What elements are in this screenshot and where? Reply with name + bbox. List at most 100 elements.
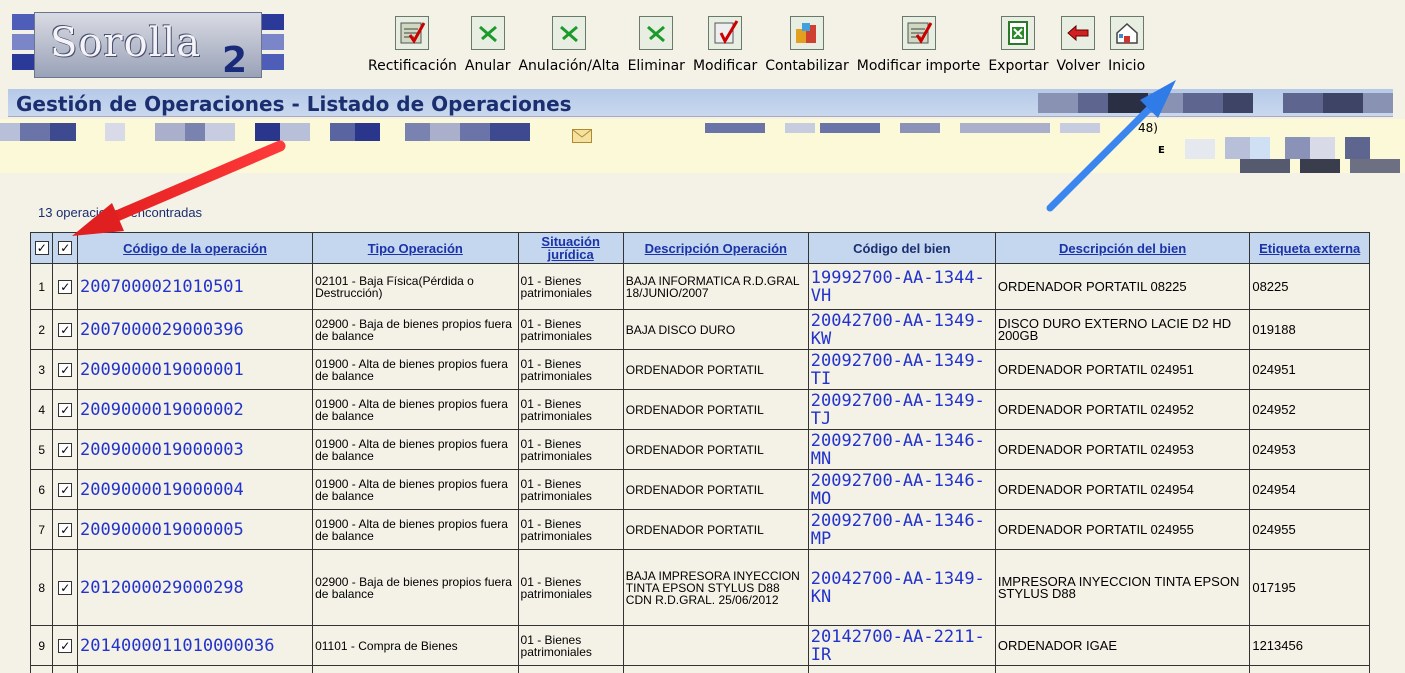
table-row-partial[interactable] [29, 665, 1370, 673]
row-checkbox[interactable]: ✓ [58, 402, 73, 417]
col-header-tipo-operacion[interactable]: Tipo Operación [312, 232, 519, 264]
toolbar-button-rectificaci-n[interactable]: Rectificación [364, 12, 461, 82]
operation-type-cell: 01900 - Alta de bienes propios fuera de … [312, 349, 519, 390]
toolbar-label: Volver [1056, 58, 1101, 74]
row-checkbox[interactable]: ✓ [58, 442, 73, 457]
asset-description-cell: ORDENADOR PORTATIL 024953 [994, 429, 1251, 470]
legal-status-cell: 01 - Bienes patrimoniales [517, 349, 624, 390]
col-header-descripcion-operacion[interactable]: Descripción Operación [622, 232, 809, 264]
toolbar-button-modificar-importe[interactable]: Modificar importe [853, 12, 985, 82]
operations-table: ✓ ✓ Código de la operación Tipo Operació… [29, 232, 1370, 673]
operation-code-cell: 2007000029000396 [77, 309, 314, 350]
asset-code-link[interactable]: 20042700-AA-1349-KW [811, 312, 993, 348]
row-select-cell[interactable]: ✓ [52, 349, 79, 390]
delete-icon[interactable] [639, 16, 674, 50]
toolbar-button-eliminar[interactable]: Eliminar [624, 12, 689, 82]
col-header-descripcion-bien[interactable]: Descripción del bien [994, 232, 1251, 264]
toolbar-button-anular[interactable]: Anular [461, 12, 515, 82]
asset-code-link[interactable]: 20092700-AA-1349-TJ [811, 392, 993, 428]
asset-code-link[interactable]: 19992700-AA-1344-VH [811, 269, 993, 305]
row-select-cell[interactable]: ✓ [52, 469, 79, 510]
cancel-register-icon[interactable] [552, 16, 587, 50]
asset-code-link[interactable]: 20142700-AA-2211-IR [811, 628, 993, 664]
toolbar-button-modificar[interactable]: Modificar [689, 12, 761, 82]
rectify-icon[interactable] [395, 16, 430, 50]
excel-export-icon[interactable] [1001, 16, 1036, 50]
operation-type-cell: 01900 - Alta de bienes propios fuera de … [312, 469, 519, 510]
accounting-icon[interactable] [789, 16, 824, 50]
table-row[interactable]: 3 ✓ 2009000019000001 01900 - Alta de bienes… [29, 349, 1370, 390]
row-select-cell[interactable]: ✓ [52, 309, 79, 350]
col-header-etiqueta-externa[interactable]: Etiqueta externa [1249, 232, 1370, 264]
home-icon[interactable] [1109, 16, 1144, 50]
row-checkbox[interactable]: ✓ [58, 322, 73, 337]
operation-code-link[interactable]: 2009000019000001 [80, 360, 244, 380]
operation-type-cell: 02900 - Baja de bienes propios fuera de … [312, 309, 519, 350]
table-row[interactable]: 6 ✓ 2009000019000004 01900 - Alta de bienes… [29, 469, 1370, 510]
toolbar-label: Modificar importe [856, 58, 981, 74]
table-row[interactable]: 4 ✓ 2009000019000002 01900 - Alta de bienes… [29, 389, 1370, 430]
toolbar-button-exportar[interactable]: Exportar [984, 12, 1052, 82]
back-arrow-icon[interactable] [1061, 16, 1096, 50]
operation-code-link[interactable]: 2012000029000298 [80, 578, 244, 598]
asset-code-link[interactable]: 20092700-AA-1349-TI [811, 352, 993, 388]
cancel-icon[interactable] [470, 16, 505, 50]
row-select-cell[interactable]: ✓ [52, 509, 79, 550]
operation-description-cell: ORDENADOR PORTATIL [622, 429, 809, 470]
table-row[interactable]: 1 ✓ 2007000021010501 02101 - Baja Física(Pé… [29, 263, 1370, 310]
asset-code-link[interactable]: 20092700-AA-1346-MO [811, 472, 993, 508]
asset-code-link[interactable]: 20042700-AA-1349-KN [811, 570, 993, 606]
select-all-checkbox[interactable]: ✓ [34, 241, 49, 255]
logo-subscript: 2 [222, 40, 248, 81]
toolbar-button-contabilizar[interactable]: Contabilizar [761, 12, 853, 82]
toolbar-label: Rectificación [368, 58, 457, 74]
table-row[interactable]: 2 ✓ 2007000029000396 02900 - Baja de bienes… [29, 309, 1370, 350]
col-header-codigo-operacion[interactable]: Código de la operación [77, 232, 314, 264]
select-all-checkbox-2[interactable]: ✓ [58, 241, 73, 255]
table-row[interactable]: 9 ✓ 2014000011010000036 01101 - Compra de B… [29, 625, 1370, 666]
row-select-cell[interactable]: ✓ [52, 389, 79, 430]
toolbar-button-anulaci-n-alta[interactable]: Anulación/Alta [514, 12, 623, 82]
table-row[interactable]: 8 ✓ 2012000029000298 02900 - Baja de bienes… [29, 549, 1370, 626]
row-select-cell[interactable]: ✓ [52, 263, 79, 310]
info-text-partial: 48) [1138, 121, 1158, 135]
row-checkbox[interactable]: ✓ [58, 522, 73, 537]
legal-status-cell: 01 - Bienes patrimoniales [517, 309, 624, 350]
row-checkbox[interactable]: ✓ [58, 279, 73, 294]
operation-code-cell: 2007000021010501 [77, 263, 314, 310]
select-all-header[interactable]: ✓ [52, 232, 79, 264]
row-select-cell[interactable]: ✓ [52, 625, 79, 666]
asset-code-cell: 19992700-AA-1344-VH [807, 263, 996, 310]
row-checkbox[interactable]: ✓ [58, 638, 73, 653]
operation-code-link[interactable]: 2009000019000004 [80, 480, 244, 500]
mail-icon[interactable] [572, 129, 592, 148]
toolbar-label: Eliminar [627, 58, 685, 74]
asset-code-link[interactable]: 20092700-AA-1346-MN [811, 432, 993, 468]
operation-code-link[interactable]: 2007000021010501 [80, 277, 244, 297]
operation-code-link[interactable]: 2014000011010000036 [80, 636, 274, 656]
row-checkbox[interactable]: ✓ [58, 580, 73, 595]
row-select-cell[interactable]: ✓ [52, 549, 79, 626]
operation-code-link[interactable]: 2009000019000003 [80, 440, 244, 460]
row-checkbox[interactable]: ✓ [58, 362, 73, 377]
toolbar-label: Modificar [692, 58, 758, 74]
edit-icon[interactable] [708, 16, 743, 50]
asset-code-cell: 20092700-AA-1349-TI [807, 349, 996, 390]
col-header-situacion-juridica[interactable]: Situación jurídica [517, 232, 624, 264]
asset-description-cell: ORDENADOR PORTATIL 024954 [994, 469, 1251, 510]
edit-amount-icon[interactable] [901, 16, 936, 50]
row-number: 1 [29, 263, 54, 310]
legal-status-cell: 01 - Bienes patrimoniales [517, 509, 624, 550]
toolbar-button-inicio[interactable]: Inicio [1104, 12, 1149, 82]
legal-status-cell: 01 - Bienes patrimoniales [517, 429, 624, 470]
toolbar-button-volver[interactable]: Volver [1052, 12, 1104, 82]
operation-code-link[interactable]: 2007000029000396 [80, 320, 244, 340]
table-row[interactable]: 7 ✓ 2009000019000005 01900 - Alta de bienes… [29, 509, 1370, 550]
operation-code-link[interactable]: 2009000019000002 [80, 400, 244, 420]
row-checkbox[interactable]: ✓ [58, 482, 73, 497]
select-all-rows-header[interactable]: ✓ [29, 232, 54, 264]
asset-code-link[interactable]: 20092700-AA-1346-MP [811, 512, 993, 548]
row-select-cell[interactable]: ✓ [52, 429, 79, 470]
operation-code-link[interactable]: 2009000019000005 [80, 520, 244, 540]
table-row[interactable]: 5 ✓ 2009000019000003 01900 - Alta de bienes… [29, 429, 1370, 470]
